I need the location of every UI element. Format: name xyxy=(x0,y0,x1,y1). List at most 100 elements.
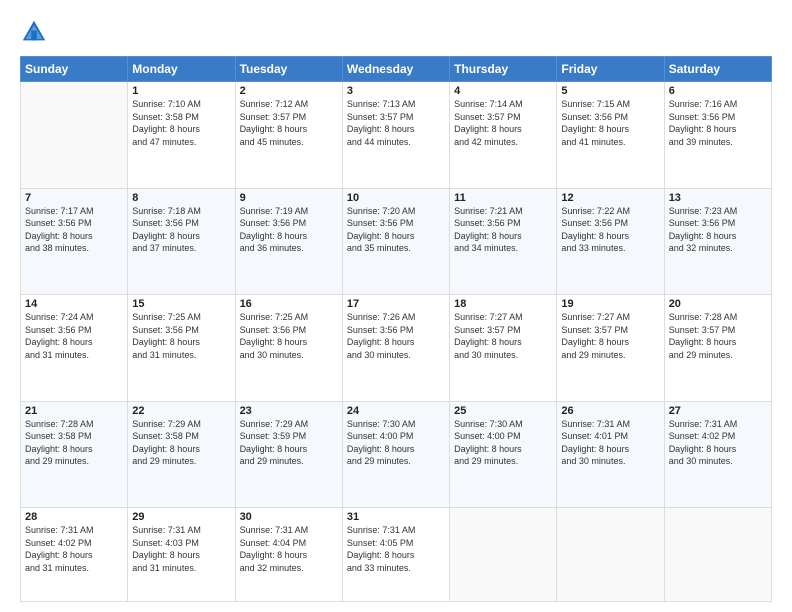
calendar-week-row: 21Sunrise: 7:28 AM Sunset: 3:58 PM Dayli… xyxy=(21,401,772,508)
calendar-cell: 13Sunrise: 7:23 AM Sunset: 3:56 PM Dayli… xyxy=(664,188,771,295)
calendar-cell: 26Sunrise: 7:31 AM Sunset: 4:01 PM Dayli… xyxy=(557,401,664,508)
weekday-header-sunday: Sunday xyxy=(21,57,128,82)
calendar-cell: 22Sunrise: 7:29 AM Sunset: 3:58 PM Dayli… xyxy=(128,401,235,508)
calendar-cell: 5Sunrise: 7:15 AM Sunset: 3:56 PM Daylig… xyxy=(557,82,664,189)
calendar-cell: 20Sunrise: 7:28 AM Sunset: 3:57 PM Dayli… xyxy=(664,295,771,402)
calendar-cell: 4Sunrise: 7:14 AM Sunset: 3:57 PM Daylig… xyxy=(450,82,557,189)
day-number: 29 xyxy=(132,511,230,523)
calendar-cell: 12Sunrise: 7:22 AM Sunset: 3:56 PM Dayli… xyxy=(557,188,664,295)
day-number: 2 xyxy=(240,85,338,97)
day-number: 4 xyxy=(454,85,552,97)
day-info: Sunrise: 7:16 AM Sunset: 3:56 PM Dayligh… xyxy=(669,98,767,148)
calendar-cell: 11Sunrise: 7:21 AM Sunset: 3:56 PM Dayli… xyxy=(450,188,557,295)
day-info: Sunrise: 7:31 AM Sunset: 4:04 PM Dayligh… xyxy=(240,524,338,574)
day-info: Sunrise: 7:29 AM Sunset: 3:58 PM Dayligh… xyxy=(132,418,230,468)
day-number: 3 xyxy=(347,85,445,97)
day-info: Sunrise: 7:24 AM Sunset: 3:56 PM Dayligh… xyxy=(25,311,123,361)
day-number: 10 xyxy=(347,192,445,204)
calendar-cell: 6Sunrise: 7:16 AM Sunset: 3:56 PM Daylig… xyxy=(664,82,771,189)
weekday-header-saturday: Saturday xyxy=(664,57,771,82)
calendar-cell: 14Sunrise: 7:24 AM Sunset: 3:56 PM Dayli… xyxy=(21,295,128,402)
header xyxy=(20,18,772,46)
day-info: Sunrise: 7:25 AM Sunset: 3:56 PM Dayligh… xyxy=(240,311,338,361)
day-number: 24 xyxy=(347,405,445,417)
day-info: Sunrise: 7:25 AM Sunset: 3:56 PM Dayligh… xyxy=(132,311,230,361)
day-number: 25 xyxy=(454,405,552,417)
day-info: Sunrise: 7:23 AM Sunset: 3:56 PM Dayligh… xyxy=(669,205,767,255)
weekday-header-friday: Friday xyxy=(557,57,664,82)
logo-icon xyxy=(20,18,48,46)
day-info: Sunrise: 7:13 AM Sunset: 3:57 PM Dayligh… xyxy=(347,98,445,148)
day-info: Sunrise: 7:31 AM Sunset: 4:01 PM Dayligh… xyxy=(561,418,659,468)
weekday-header-tuesday: Tuesday xyxy=(235,57,342,82)
calendar-cell: 27Sunrise: 7:31 AM Sunset: 4:02 PM Dayli… xyxy=(664,401,771,508)
day-info: Sunrise: 7:31 AM Sunset: 4:05 PM Dayligh… xyxy=(347,524,445,574)
day-number: 8 xyxy=(132,192,230,204)
calendar-table: SundayMondayTuesdayWednesdayThursdayFrid… xyxy=(20,56,772,602)
day-info: Sunrise: 7:27 AM Sunset: 3:57 PM Dayligh… xyxy=(454,311,552,361)
calendar-cell: 17Sunrise: 7:26 AM Sunset: 3:56 PM Dayli… xyxy=(342,295,449,402)
day-info: Sunrise: 7:31 AM Sunset: 4:02 PM Dayligh… xyxy=(669,418,767,468)
day-number: 1 xyxy=(132,85,230,97)
day-number: 9 xyxy=(240,192,338,204)
calendar-cell xyxy=(21,82,128,189)
day-number: 13 xyxy=(669,192,767,204)
weekday-header-row: SundayMondayTuesdayWednesdayThursdayFrid… xyxy=(21,57,772,82)
day-info: Sunrise: 7:20 AM Sunset: 3:56 PM Dayligh… xyxy=(347,205,445,255)
calendar-cell: 21Sunrise: 7:28 AM Sunset: 3:58 PM Dayli… xyxy=(21,401,128,508)
day-number: 14 xyxy=(25,298,123,310)
day-number: 31 xyxy=(347,511,445,523)
page: SundayMondayTuesdayWednesdayThursdayFrid… xyxy=(0,0,792,612)
day-number: 15 xyxy=(132,298,230,310)
day-info: Sunrise: 7:12 AM Sunset: 3:57 PM Dayligh… xyxy=(240,98,338,148)
day-number: 27 xyxy=(669,405,767,417)
calendar-cell: 1Sunrise: 7:10 AM Sunset: 3:58 PM Daylig… xyxy=(128,82,235,189)
day-info: Sunrise: 7:31 AM Sunset: 4:02 PM Dayligh… xyxy=(25,524,123,574)
calendar-cell: 29Sunrise: 7:31 AM Sunset: 4:03 PM Dayli… xyxy=(128,508,235,602)
calendar-cell: 18Sunrise: 7:27 AM Sunset: 3:57 PM Dayli… xyxy=(450,295,557,402)
day-number: 30 xyxy=(240,511,338,523)
calendar-week-row: 28Sunrise: 7:31 AM Sunset: 4:02 PM Dayli… xyxy=(21,508,772,602)
calendar-cell xyxy=(450,508,557,602)
day-info: Sunrise: 7:15 AM Sunset: 3:56 PM Dayligh… xyxy=(561,98,659,148)
calendar-cell: 3Sunrise: 7:13 AM Sunset: 3:57 PM Daylig… xyxy=(342,82,449,189)
day-number: 22 xyxy=(132,405,230,417)
day-number: 28 xyxy=(25,511,123,523)
calendar-cell: 23Sunrise: 7:29 AM Sunset: 3:59 PM Dayli… xyxy=(235,401,342,508)
day-info: Sunrise: 7:10 AM Sunset: 3:58 PM Dayligh… xyxy=(132,98,230,148)
calendar-cell: 15Sunrise: 7:25 AM Sunset: 3:56 PM Dayli… xyxy=(128,295,235,402)
day-info: Sunrise: 7:30 AM Sunset: 4:00 PM Dayligh… xyxy=(454,418,552,468)
day-number: 21 xyxy=(25,405,123,417)
day-info: Sunrise: 7:26 AM Sunset: 3:56 PM Dayligh… xyxy=(347,311,445,361)
day-number: 6 xyxy=(669,85,767,97)
calendar-cell: 2Sunrise: 7:12 AM Sunset: 3:57 PM Daylig… xyxy=(235,82,342,189)
day-info: Sunrise: 7:21 AM Sunset: 3:56 PM Dayligh… xyxy=(454,205,552,255)
calendar-cell: 24Sunrise: 7:30 AM Sunset: 4:00 PM Dayli… xyxy=(342,401,449,508)
day-number: 12 xyxy=(561,192,659,204)
calendar-week-row: 14Sunrise: 7:24 AM Sunset: 3:56 PM Dayli… xyxy=(21,295,772,402)
day-info: Sunrise: 7:30 AM Sunset: 4:00 PM Dayligh… xyxy=(347,418,445,468)
calendar-week-row: 7Sunrise: 7:17 AM Sunset: 3:56 PM Daylig… xyxy=(21,188,772,295)
day-info: Sunrise: 7:27 AM Sunset: 3:57 PM Dayligh… xyxy=(561,311,659,361)
weekday-header-wednesday: Wednesday xyxy=(342,57,449,82)
calendar-cell: 25Sunrise: 7:30 AM Sunset: 4:00 PM Dayli… xyxy=(450,401,557,508)
logo xyxy=(20,18,51,46)
day-info: Sunrise: 7:22 AM Sunset: 3:56 PM Dayligh… xyxy=(561,205,659,255)
weekday-header-monday: Monday xyxy=(128,57,235,82)
day-info: Sunrise: 7:14 AM Sunset: 3:57 PM Dayligh… xyxy=(454,98,552,148)
calendar-cell xyxy=(557,508,664,602)
day-number: 17 xyxy=(347,298,445,310)
calendar-cell: 8Sunrise: 7:18 AM Sunset: 3:56 PM Daylig… xyxy=(128,188,235,295)
calendar-cell: 16Sunrise: 7:25 AM Sunset: 3:56 PM Dayli… xyxy=(235,295,342,402)
day-number: 16 xyxy=(240,298,338,310)
day-info: Sunrise: 7:29 AM Sunset: 3:59 PM Dayligh… xyxy=(240,418,338,468)
day-number: 20 xyxy=(669,298,767,310)
day-number: 7 xyxy=(25,192,123,204)
day-info: Sunrise: 7:28 AM Sunset: 3:58 PM Dayligh… xyxy=(25,418,123,468)
day-info: Sunrise: 7:17 AM Sunset: 3:56 PM Dayligh… xyxy=(25,205,123,255)
calendar-cell: 10Sunrise: 7:20 AM Sunset: 3:56 PM Dayli… xyxy=(342,188,449,295)
day-number: 18 xyxy=(454,298,552,310)
calendar-cell: 9Sunrise: 7:19 AM Sunset: 3:56 PM Daylig… xyxy=(235,188,342,295)
calendar-cell: 7Sunrise: 7:17 AM Sunset: 3:56 PM Daylig… xyxy=(21,188,128,295)
day-info: Sunrise: 7:31 AM Sunset: 4:03 PM Dayligh… xyxy=(132,524,230,574)
